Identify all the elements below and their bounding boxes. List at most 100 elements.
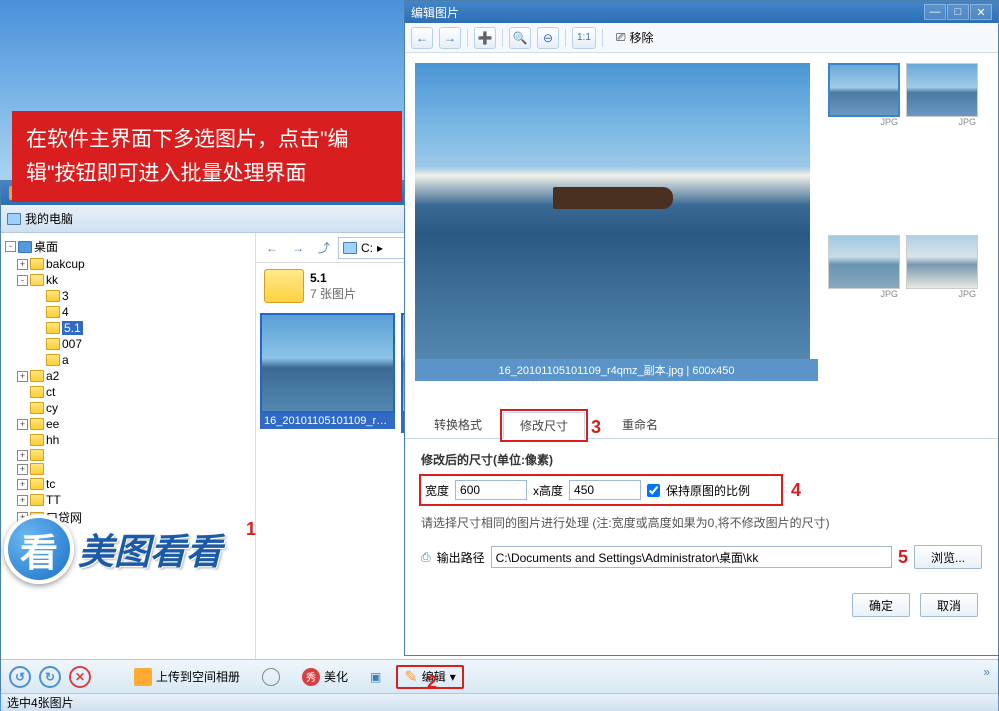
tree-item[interactable]: ct xyxy=(1,384,255,400)
beautify-button[interactable]: 秀 美化 xyxy=(295,665,355,689)
tree-item[interactable]: 4 xyxy=(1,304,255,320)
edit-dialog: 编辑图片 — □ ✕ ← → ➕ 🔍 ⊖ 1:1 ⎚ 移除 16_2010110… xyxy=(404,0,999,656)
tree-item[interactable]: 5.1 xyxy=(1,320,255,336)
tree-toggle[interactable]: + xyxy=(17,464,28,475)
folder-icon xyxy=(30,402,44,414)
width-input[interactable] xyxy=(455,480,527,500)
tree-item[interactable]: -kk xyxy=(1,272,255,288)
output-icon: ⎙ xyxy=(421,550,431,565)
output-path-input[interactable] xyxy=(491,546,892,568)
tree-toggle[interactable]: + xyxy=(17,419,28,430)
instruction-banner: 在软件主界面下多选图片，点击"编辑"按钮即可进入批量处理界面 xyxy=(12,111,402,202)
folder-icon xyxy=(46,322,60,334)
weibo-button[interactable] xyxy=(255,665,287,689)
folder-icon xyxy=(46,306,60,318)
tree-toggle[interactable]: + xyxy=(17,479,28,490)
mini-thumb[interactable]: JPG xyxy=(906,63,978,229)
add-button[interactable]: ➕ xyxy=(474,27,496,49)
form-title: 修改后的尺寸(单位:像素) xyxy=(421,451,982,468)
upload-button[interactable]: 上传到空间相册 xyxy=(127,665,247,689)
thumbnail-item[interactable]: 16_20101105101109_r4qmz_ xyxy=(260,313,395,433)
tab-rename[interactable]: 重命名 xyxy=(605,411,675,438)
rotate-left-button[interactable]: ↺ xyxy=(9,666,31,688)
zoom-in-button[interactable]: 🔍 xyxy=(509,27,531,49)
folder-icon xyxy=(46,290,60,302)
tree-item[interactable]: + xyxy=(1,448,255,462)
logo-icon: 看 xyxy=(4,514,74,584)
preview-caption: 16_20101105101109_r4qmz_副本.jpg | 600x450 xyxy=(415,359,818,381)
annotation-4: 4 xyxy=(791,480,801,501)
tree-item[interactable]: +ee xyxy=(1,416,255,432)
tree-item[interactable]: a xyxy=(1,352,255,368)
mini-thumb[interactable]: JPG xyxy=(828,63,900,229)
nav-back-button[interactable]: ← xyxy=(260,237,284,259)
tree-toggle[interactable]: + xyxy=(17,450,28,461)
tree-item[interactable]: +a2 xyxy=(1,368,255,384)
folder-icon xyxy=(30,494,44,506)
tree-toggle[interactable]: - xyxy=(5,241,16,252)
my-computer-label[interactable]: 我的电脑 xyxy=(7,210,73,227)
tree-item[interactable]: 3 xyxy=(1,288,255,304)
folder-icon xyxy=(264,269,304,303)
statusbar: 选中4张图片 xyxy=(1,693,998,711)
tree-item[interactable]: -桌面 xyxy=(1,237,255,256)
expand-icon[interactable]: » xyxy=(983,665,990,679)
tree-item[interactable]: +tc xyxy=(1,476,255,492)
mini-thumb[interactable]: JPG xyxy=(906,235,978,401)
prev-button[interactable]: ← xyxy=(411,27,433,49)
browse-button[interactable]: 浏览... xyxy=(914,545,982,569)
mini-thumb[interactable]: JPG xyxy=(828,235,900,401)
preview-area: 16_20101105101109_r4qmz_副本.jpg | 600x450 xyxy=(415,63,818,401)
folder-icon xyxy=(30,434,44,446)
delete-button[interactable]: ✕ xyxy=(69,666,91,688)
keep-ratio-checkbox[interactable] xyxy=(647,484,660,497)
nav-forward-button[interactable]: → xyxy=(286,237,310,259)
folder-tree[interactable]: -桌面+bakcup-kk345.1007a+a2ctcy+eehh+++tc+… xyxy=(1,233,256,659)
ratio-button[interactable]: 1:1 xyxy=(572,27,596,49)
tree-item[interactable]: cy xyxy=(1,400,255,416)
tab-convert[interactable]: 转换格式 xyxy=(417,411,499,438)
folder-icon xyxy=(30,478,44,490)
cancel-button[interactable]: 取消 xyxy=(920,593,978,617)
crop-button[interactable]: ▣ xyxy=(363,665,388,689)
tree-toggle[interactable]: + xyxy=(17,259,28,270)
folder-count: 7 张图片 xyxy=(310,285,356,302)
folder-icon xyxy=(18,241,32,253)
chevron-down-icon: ▾ xyxy=(450,670,456,684)
rotate-right-button[interactable]: ↻ xyxy=(39,666,61,688)
annotation-5: 5 xyxy=(898,547,908,568)
bottom-toolbar: ↺ ↻ ✕ 上传到空间相册 秀 美化 ▣ ✎ 编辑 ▾ 2 » xyxy=(1,659,998,693)
height-input[interactable] xyxy=(569,480,641,500)
dimensions-row: 宽度 x高度 保持原图的比例 xyxy=(421,476,781,504)
dialog-toolbar: ← → ➕ 🔍 ⊖ 1:1 ⎚ 移除 xyxy=(405,23,998,53)
folder-icon xyxy=(30,463,44,475)
tree-item[interactable]: hh xyxy=(1,432,255,448)
folder-icon xyxy=(30,418,44,430)
tree-toggle[interactable]: + xyxy=(17,495,28,506)
folder-icon xyxy=(46,354,60,366)
next-button[interactable]: → xyxy=(439,27,461,49)
monitor-icon xyxy=(7,213,21,225)
maximize-button[interactable]: □ xyxy=(947,4,969,20)
tree-toggle[interactable]: - xyxy=(17,275,28,286)
close-button[interactable]: ✕ xyxy=(970,4,992,20)
folder-icon xyxy=(30,386,44,398)
folder-icon xyxy=(30,370,44,382)
zoom-out-button[interactable]: ⊖ xyxy=(537,27,559,49)
remove-button[interactable]: ⎚ 移除 xyxy=(609,26,661,50)
drive-icon xyxy=(343,242,357,254)
ok-button[interactable]: 确定 xyxy=(852,593,910,617)
xiu-icon: 秀 xyxy=(302,668,320,686)
tree-item[interactable]: + xyxy=(1,462,255,476)
tree-toggle[interactable]: + xyxy=(17,371,28,382)
side-thumbnails: JPG JPG JPG JPG xyxy=(828,63,988,401)
minimize-button[interactable]: — xyxy=(924,4,946,20)
folder-icon xyxy=(30,449,44,461)
tree-item[interactable]: +TT xyxy=(1,492,255,508)
tree-item[interactable]: +bakcup xyxy=(1,256,255,272)
nav-up-button[interactable]: ⤴ xyxy=(312,237,336,259)
tab-resize[interactable]: 修改尺寸 xyxy=(503,412,585,439)
tree-item[interactable]: 007 xyxy=(1,336,255,352)
dialog-titlebar: 编辑图片 — □ ✕ xyxy=(405,1,998,23)
annotation-2: 2 xyxy=(427,672,437,693)
